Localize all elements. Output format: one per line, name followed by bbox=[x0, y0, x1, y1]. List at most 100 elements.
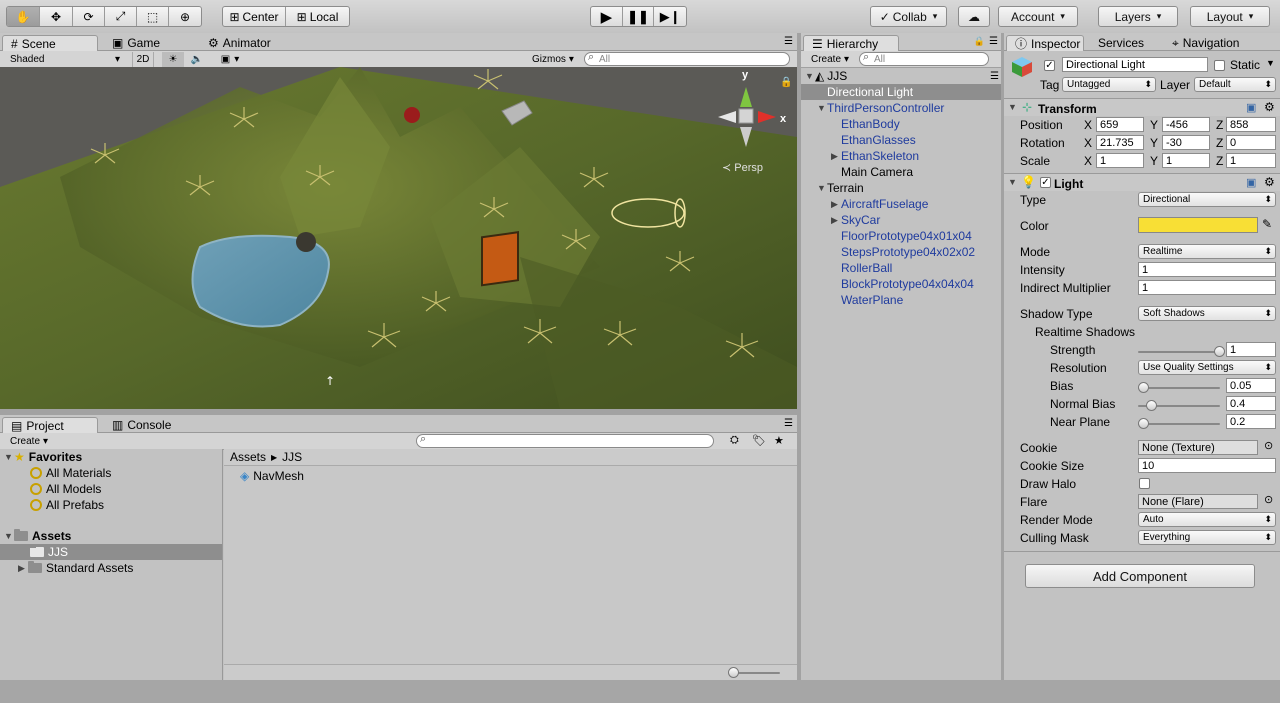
rotation-z-field[interactable]: 0 bbox=[1226, 135, 1276, 150]
transform-tool-button[interactable]: ⊕ bbox=[169, 7, 201, 26]
hand-tool-button[interactable]: ✋ bbox=[7, 7, 40, 26]
audio-toggle[interactable]: 🔈 bbox=[186, 52, 208, 67]
folder-row-selected[interactable]: JJS bbox=[0, 544, 222, 560]
expand-arrow-icon[interactable]: ▶ bbox=[831, 151, 841, 162]
panel-divider[interactable] bbox=[797, 33, 801, 680]
static-dropdown-icon[interactable]: ▼ bbox=[1266, 58, 1275, 68]
expand-arrow-icon[interactable]: ▼ bbox=[817, 183, 827, 193]
hierarchy-search-input[interactable]: All bbox=[859, 51, 989, 66]
light-color-swatch[interactable] bbox=[1138, 217, 1258, 233]
breadcrumb-item[interactable]: JJS bbox=[282, 450, 302, 464]
tab-inspector[interactable]: ⓘ Inspector bbox=[1006, 35, 1084, 51]
near-plane-field[interactable]: 0.2 bbox=[1226, 414, 1276, 429]
panel-menu-icon[interactable]: ☰ bbox=[784, 418, 793, 429]
object-picker-icon[interactable]: ⊙ bbox=[1264, 493, 1273, 506]
favorite-item[interactable]: All Materials bbox=[30, 465, 111, 481]
eyedropper-icon[interactable]: ✎ bbox=[1262, 217, 1272, 231]
tag-dropdown[interactable]: Untagged bbox=[1062, 77, 1156, 92]
hierarchy-item[interactable]: ▼ ThirdPersonController bbox=[817, 100, 944, 116]
static-checkbox[interactable] bbox=[1214, 60, 1225, 71]
near-plane-slider[interactable] bbox=[1138, 418, 1220, 429]
transform-component-header[interactable]: ▼ ⊹ Transform ▣ ⚙ bbox=[1004, 98, 1280, 116]
account-dropdown[interactable]: Account bbox=[998, 6, 1078, 27]
gizmos-dropdown[interactable]: Gizmos ▾ bbox=[528, 52, 578, 67]
scene-root-row[interactable]: ▼ ◭ JJS ☰ bbox=[805, 68, 999, 84]
play-button[interactable]: ▶ bbox=[591, 7, 623, 26]
layers-dropdown[interactable]: Layers bbox=[1098, 6, 1178, 27]
expand-arrow-icon[interactable]: ▼ bbox=[805, 71, 815, 81]
draw-halo-checkbox[interactable] bbox=[1139, 478, 1150, 489]
panel-menu-icon[interactable]: ☰ bbox=[784, 36, 793, 47]
project-create-button[interactable]: Create ▾ bbox=[6, 434, 50, 449]
light-mode-dropdown[interactable]: Realtime bbox=[1138, 244, 1276, 259]
breadcrumb-item[interactable]: Assets bbox=[230, 450, 266, 464]
panel-menu-icon[interactable]: ☰ bbox=[989, 36, 998, 47]
normal-bias-slider[interactable] bbox=[1138, 400, 1220, 411]
normal-bias-field[interactable]: 0.4 bbox=[1226, 396, 1276, 411]
hierarchy-item[interactable]: EthanGlasses bbox=[831, 132, 916, 148]
cookie-size-field[interactable]: 10 bbox=[1138, 458, 1276, 473]
projection-label[interactable]: ≺ Persp bbox=[722, 161, 763, 174]
tab-services[interactable]: Services bbox=[1090, 35, 1152, 51]
object-picker-icon[interactable]: ⊙ bbox=[1264, 439, 1273, 452]
slider-knob[interactable] bbox=[1146, 400, 1157, 411]
scale-y-field[interactable]: 1 bbox=[1162, 153, 1210, 168]
layer-dropdown[interactable]: Default bbox=[1194, 77, 1276, 92]
expand-arrow-icon[interactable]: ▼ bbox=[1008, 102, 1018, 112]
pivot-center-button[interactable]: ⊞ Center bbox=[223, 7, 287, 26]
light-type-dropdown[interactable]: Directional bbox=[1138, 192, 1276, 207]
rotation-x-field[interactable]: 21.735 bbox=[1096, 135, 1144, 150]
cookie-field[interactable]: None (Texture) bbox=[1138, 440, 1258, 455]
add-component-button[interactable]: Add Component bbox=[1025, 564, 1255, 588]
slider-knob[interactable] bbox=[1138, 382, 1149, 393]
rotation-y-field[interactable]: -30 bbox=[1162, 135, 1210, 150]
mode-2d-toggle[interactable]: 2D bbox=[132, 52, 154, 67]
tab-game[interactable]: ▣ Game bbox=[104, 35, 168, 51]
slider-knob[interactable] bbox=[1214, 346, 1225, 357]
intensity-field[interactable]: 1 bbox=[1138, 262, 1276, 277]
light-component-header[interactable]: ▼ 💡 ✓ Light ▣ ⚙ bbox=[1004, 173, 1280, 191]
pivot-local-button[interactable]: ⊞ Local bbox=[286, 7, 349, 26]
favorite-item[interactable]: All Models bbox=[30, 481, 101, 497]
expand-arrow-icon[interactable]: ▶ bbox=[831, 215, 841, 226]
favorites-row[interactable]: ▼ ★ Favorites bbox=[4, 449, 82, 465]
strength-field[interactable]: 1 bbox=[1226, 342, 1276, 357]
light-enabled-checkbox[interactable]: ✓ bbox=[1040, 177, 1051, 188]
lock-icon[interactable]: 🔒 bbox=[780, 77, 792, 88]
culling-mask-dropdown[interactable]: Everything bbox=[1138, 530, 1276, 545]
expand-arrow-icon[interactable]: ▶ bbox=[831, 199, 841, 210]
scale-tool-button[interactable]: ⤢ bbox=[105, 7, 137, 26]
bias-slider[interactable] bbox=[1138, 382, 1220, 393]
layout-dropdown[interactable]: Layout bbox=[1190, 6, 1270, 27]
rect-tool-button[interactable]: ⬚ bbox=[137, 7, 169, 26]
project-search-input[interactable] bbox=[416, 433, 714, 448]
panel-divider[interactable] bbox=[1001, 33, 1004, 680]
step-button[interactable]: ▶❙ bbox=[654, 7, 686, 26]
hierarchy-item[interactable]: ▶ AircraftFuselage bbox=[831, 196, 928, 212]
slider-knob[interactable] bbox=[1138, 418, 1149, 429]
expand-arrow-icon[interactable]: ▼ bbox=[1008, 177, 1018, 187]
hierarchy-item[interactable]: RollerBall bbox=[831, 260, 892, 276]
effects-dropdown[interactable]: ▣ ▾ bbox=[212, 52, 248, 67]
assets-row[interactable]: ▼ Assets bbox=[4, 528, 71, 544]
move-tool-button[interactable]: ✥ bbox=[40, 7, 73, 26]
filter-label-icon[interactable]: 🏷 bbox=[752, 434, 766, 447]
tab-hierarchy[interactable]: ☰ Hierarchy bbox=[803, 35, 899, 51]
hierarchy-item[interactable]: BlockPrototype04x04x04 bbox=[831, 276, 974, 292]
collab-dropdown[interactable]: ✓ Collab bbox=[870, 6, 947, 27]
help-book-icon[interactable]: ▣ bbox=[1246, 176, 1256, 189]
icon-size-slider[interactable] bbox=[728, 667, 780, 678]
help-book-icon[interactable]: ▣ bbox=[1246, 101, 1256, 114]
expand-arrow-icon[interactable]: ▶ bbox=[18, 563, 28, 574]
component-settings-icon[interactable]: ⚙ bbox=[1264, 175, 1275, 189]
hierarchy-item[interactable]: WaterPlane bbox=[831, 292, 903, 308]
lock-icon[interactable]: 🔒 bbox=[974, 36, 985, 47]
scene-menu-icon[interactable]: ☰ bbox=[990, 71, 999, 82]
lighting-toggle[interactable]: ☀ bbox=[162, 52, 184, 67]
slider-knob[interactable] bbox=[728, 667, 739, 678]
pause-button[interactable]: ❚❚ bbox=[623, 7, 655, 26]
scene-search-input[interactable]: All bbox=[584, 51, 790, 66]
position-z-field[interactable]: 858 bbox=[1226, 117, 1276, 132]
resolution-dropdown[interactable]: Use Quality Settings bbox=[1138, 360, 1276, 375]
position-y-field[interactable]: -456 bbox=[1162, 117, 1210, 132]
